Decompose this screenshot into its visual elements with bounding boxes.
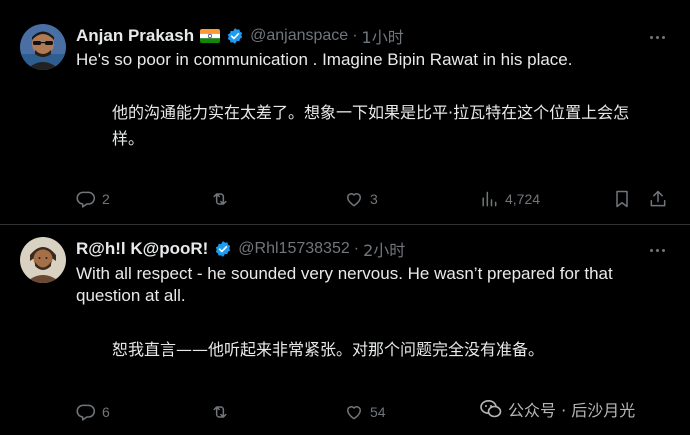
- avatar[interactable]: [20, 237, 66, 283]
- like-button[interactable]: 54: [344, 400, 386, 424]
- reply-icon: [76, 404, 96, 421]
- handle[interactable]: @anjanspace: [250, 27, 348, 45]
- more-icon[interactable]: [648, 241, 666, 259]
- display-name[interactable]: R@h!l K@pooR!: [76, 239, 208, 259]
- repost-button[interactable]: [210, 400, 236, 424]
- views-button[interactable]: 4,724: [479, 187, 540, 211]
- like-icon: [347, 406, 361, 420]
- bookmark-icon: [616, 190, 628, 208]
- share-button[interactable]: [648, 187, 668, 211]
- reply-icon: [76, 191, 96, 208]
- more-icon[interactable]: [648, 28, 666, 46]
- action-bar: 2 3 4,724: [76, 187, 670, 211]
- views-count: 4,724: [505, 191, 541, 207]
- avatar[interactable]: [20, 24, 66, 70]
- tweet-header: Anjan Prakash @anjanspace · 1小时: [76, 25, 404, 47]
- tweet-1[interactable]: Anjan Prakash @anjanspace · 1小时 He's so …: [0, 0, 690, 225]
- handle[interactable]: @Rhl15738352: [238, 240, 349, 258]
- like-button[interactable]: 3: [344, 187, 378, 211]
- tweet-translation: 恕我直言——他听起来非常紧张。对那个问题完全没有准备。: [112, 340, 545, 359]
- like-icon: [347, 193, 361, 207]
- tweet-text: He's so poor in communication . Imagine …: [76, 50, 573, 69]
- like-count: 54: [370, 404, 386, 420]
- wechat-watermark: 公众号 · 后沙月光: [480, 397, 635, 421]
- views-icon: [482, 191, 497, 207]
- repost-icon: [213, 406, 227, 418]
- repost-button[interactable]: [210, 187, 236, 211]
- verified-badge-icon[interactable]: [214, 240, 232, 258]
- share-icon: [650, 190, 666, 207]
- bookmark-button[interactable]: [612, 187, 632, 211]
- watermark-text: 公众号 · 后沙月光: [508, 401, 636, 420]
- reply-count: 2: [102, 191, 110, 207]
- repost-icon: [213, 193, 227, 205]
- tweet-translation: 他的沟通能力实在太差了。想象一下如果是比平·拉瓦特在这个位置上会怎样。: [112, 103, 630, 148]
- reply-button[interactable]: 2: [76, 187, 110, 211]
- timestamp[interactable]: 2小时: [363, 237, 405, 261]
- timestamp[interactable]: 1小时: [362, 24, 404, 48]
- tweet-text: With all respect - he sounded very nervo…: [76, 264, 613, 305]
- reply-count: 6: [102, 404, 110, 420]
- like-count: 3: [370, 191, 378, 207]
- reply-button[interactable]: 6: [76, 400, 110, 424]
- tweet-header: R@h!l K@pooR! @Rhl15738352 · 2小时: [76, 238, 405, 260]
- separator-dot: ·: [352, 27, 358, 44]
- india-flag-icon: [200, 29, 221, 43]
- separator-dot: ·: [353, 240, 360, 257]
- wechat-icon: [480, 400, 502, 418]
- display-name[interactable]: Anjan Prakash: [76, 26, 194, 46]
- verified-badge-icon[interactable]: [226, 27, 244, 45]
